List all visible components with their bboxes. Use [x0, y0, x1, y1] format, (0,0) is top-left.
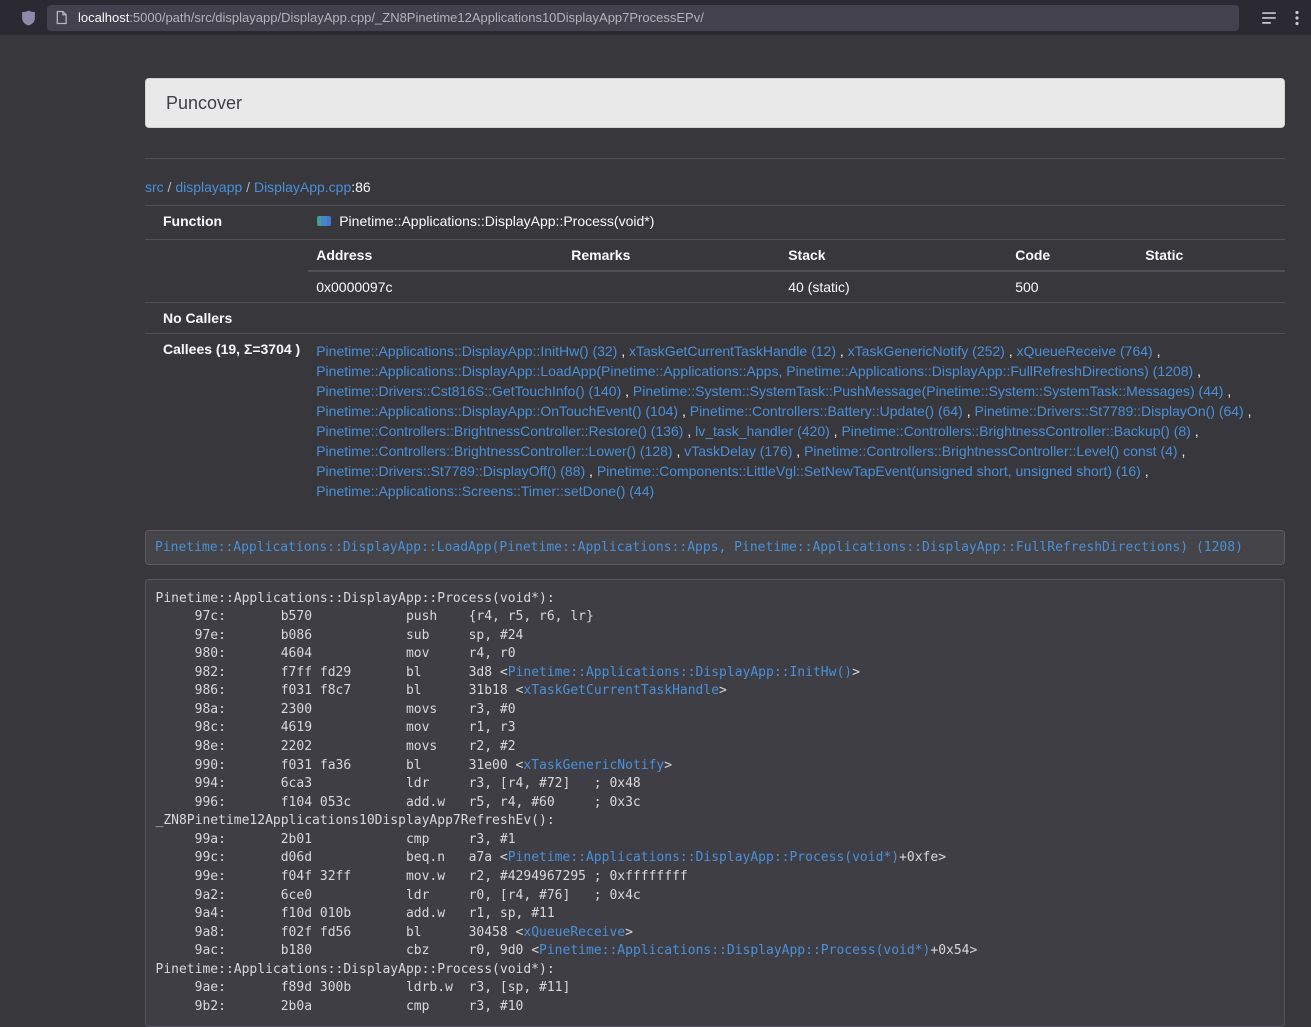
- callee-link[interactable]: Pinetime::Controllers::BrightnessControl…: [316, 423, 683, 439]
- callee-link[interactable]: Pinetime::Components::LittleVgl::SetNewT…: [597, 463, 1141, 479]
- brand-link[interactable]: Puncover: [146, 93, 257, 114]
- callee-link[interactable]: Pinetime::Applications::DisplayApp::Init…: [316, 343, 617, 359]
- highlighted-symbol-panel: Pinetime::Applications::DisplayApp::Load…: [145, 530, 1285, 565]
- callee-link[interactable]: xQueueReceive (764): [1017, 343, 1153, 359]
- stats-column-header: Static: [1137, 240, 1285, 271]
- site-identity-page-icon[interactable]: [55, 10, 68, 25]
- code-size-value: 500: [1007, 271, 1137, 302]
- breadcrumb-link[interactable]: src: [145, 179, 164, 195]
- callee-link[interactable]: Pinetime::Applications::DisplayApp::OnTo…: [316, 403, 678, 419]
- url-path: :5000/path/src/displayapp/DisplayApp.cpp…: [129, 10, 704, 25]
- breadcrumb-separator: /: [164, 179, 176, 195]
- stats-column-header: Address: [308, 240, 563, 271]
- callees-label: Callees (19, Σ=3704 ): [145, 334, 308, 509]
- breadcrumb-separator: /: [242, 179, 254, 195]
- static-value: [1137, 271, 1285, 302]
- callees-row: Callees (19, Σ=3704 ) Pinetime::Applicat…: [145, 334, 1285, 509]
- stats-table: AddressRemarksStackCodeStatic 0x0000097c…: [308, 240, 1285, 302]
- stack-value: 40 (static): [780, 271, 1007, 302]
- page-container: Puncover src / displayapp / DisplayApp.c…: [145, 78, 1285, 1027]
- callee-link[interactable]: Pinetime::Controllers::BrightnessControl…: [316, 443, 672, 459]
- callee-link[interactable]: Pinetime::System::SystemTask::PushMessag…: [633, 383, 1224, 399]
- callee-link[interactable]: Pinetime::Controllers::BrightnessControl…: [804, 443, 1177, 459]
- stats-cell: AddressRemarksStackCodeStatic 0x0000097c…: [308, 240, 1285, 303]
- callee-link[interactable]: lv_task_handler (420): [695, 423, 830, 439]
- callee-link[interactable]: xTaskGetCurrentTaskHandle (12): [629, 343, 836, 359]
- stats-value-row: 0x0000097c 40 (static) 500: [308, 271, 1285, 302]
- stats-column-header: Remarks: [563, 240, 780, 271]
- function-row-label: Function: [145, 206, 308, 240]
- callee-link[interactable]: Pinetime::Controllers::Battery::Update()…: [690, 403, 963, 419]
- disassembly-code: Pinetime::Applications::DisplayApp::Proc…: [145, 579, 1285, 1027]
- browser-toolbar: localhost:5000/path/src/displayapp/Displ…: [0, 0, 1311, 35]
- callee-link[interactable]: Pinetime::Drivers::St7789::DisplayOn() (…: [975, 403, 1244, 419]
- shield-icon: [20, 9, 37, 27]
- function-row: Function Pinetime::Applications::Display…: [145, 206, 1285, 240]
- breadcrumb-link[interactable]: DisplayApp.cpp: [254, 179, 351, 195]
- remarks-value: [563, 271, 780, 302]
- callee-link[interactable]: Pinetime::Drivers::Cst816S::GetTouchInfo…: [316, 383, 621, 399]
- no-callers-label: No Callers: [145, 303, 308, 334]
- vertical-dots-icon: [1295, 10, 1299, 26]
- callee-link[interactable]: xTaskGenericNotify (252): [848, 343, 1005, 359]
- breadcrumb: src / displayapp / DisplayApp.cpp:86: [145, 179, 1285, 195]
- reader-view-icon[interactable]: [1261, 10, 1277, 26]
- address-value: 0x0000097c: [308, 271, 563, 302]
- callee-link[interactable]: vTaskDelay (176): [684, 443, 792, 459]
- url-domain: localhost: [78, 10, 129, 25]
- navbar: Puncover: [145, 78, 1285, 128]
- callee-link[interactable]: Pinetime::Drivers::St7789::DisplayOff() …: [316, 463, 585, 479]
- code-symbol-link[interactable]: xQueueReceive: [523, 925, 625, 940]
- callees-list: Pinetime::Applications::DisplayApp::Init…: [308, 334, 1285, 509]
- function-table: Function Pinetime::Applications::Display…: [145, 205, 1285, 508]
- stats-column-header: Stack: [780, 240, 1007, 271]
- stats-row: AddressRemarksStackCodeStatic 0x0000097c…: [145, 240, 1285, 303]
- url-text[interactable]: localhost:5000/path/src/displayapp/Displ…: [78, 10, 704, 25]
- callee-link[interactable]: Pinetime::Applications::DisplayApp::Load…: [316, 363, 1193, 379]
- tracking-protection-shield-icon[interactable]: [20, 9, 37, 27]
- code-symbol-link[interactable]: Pinetime::Applications::DisplayApp::Proc…: [508, 850, 899, 865]
- no-callers-row: No Callers: [145, 303, 1285, 334]
- code-symbol-link[interactable]: Pinetime::Applications::DisplayApp::Init…: [508, 665, 852, 680]
- no-callers-cell: [308, 303, 1285, 334]
- function-name: Pinetime::Applications::DisplayApp::Proc…: [339, 213, 654, 229]
- stats-row-spacer: [145, 240, 308, 303]
- breadcrumb-link[interactable]: displayapp: [175, 179, 242, 195]
- function-name-cell: Pinetime::Applications::DisplayApp::Proc…: [308, 206, 1285, 240]
- url-bar[interactable]: localhost:5000/path/src/displayapp/Displ…: [47, 5, 1239, 31]
- reader-lines-icon: [1261, 10, 1277, 26]
- stats-column-header: Code: [1007, 240, 1137, 271]
- code-symbol-link[interactable]: xTaskGetCurrentTaskHandle: [523, 683, 719, 698]
- highlighted-symbol-link[interactable]: Pinetime::Applications::DisplayApp::Load…: [155, 540, 1243, 555]
- code-symbol-link[interactable]: Pinetime::Applications::DisplayApp::Proc…: [539, 943, 930, 958]
- page-icon: [55, 10, 68, 25]
- code-symbol-link[interactable]: xTaskGenericNotify: [523, 758, 664, 773]
- breadcrumb-line-number: :86: [351, 179, 370, 195]
- callee-link[interactable]: Pinetime::Applications::Screens::Timer::…: [316, 483, 654, 499]
- divider: [145, 158, 1285, 159]
- stats-header-row: AddressRemarksStackCodeStatic: [308, 240, 1285, 271]
- overflow-menu-icon[interactable]: [1295, 10, 1299, 26]
- callee-link[interactable]: Pinetime::Controllers::BrightnessControl…: [841, 423, 1190, 439]
- function-icon: [316, 213, 332, 232]
